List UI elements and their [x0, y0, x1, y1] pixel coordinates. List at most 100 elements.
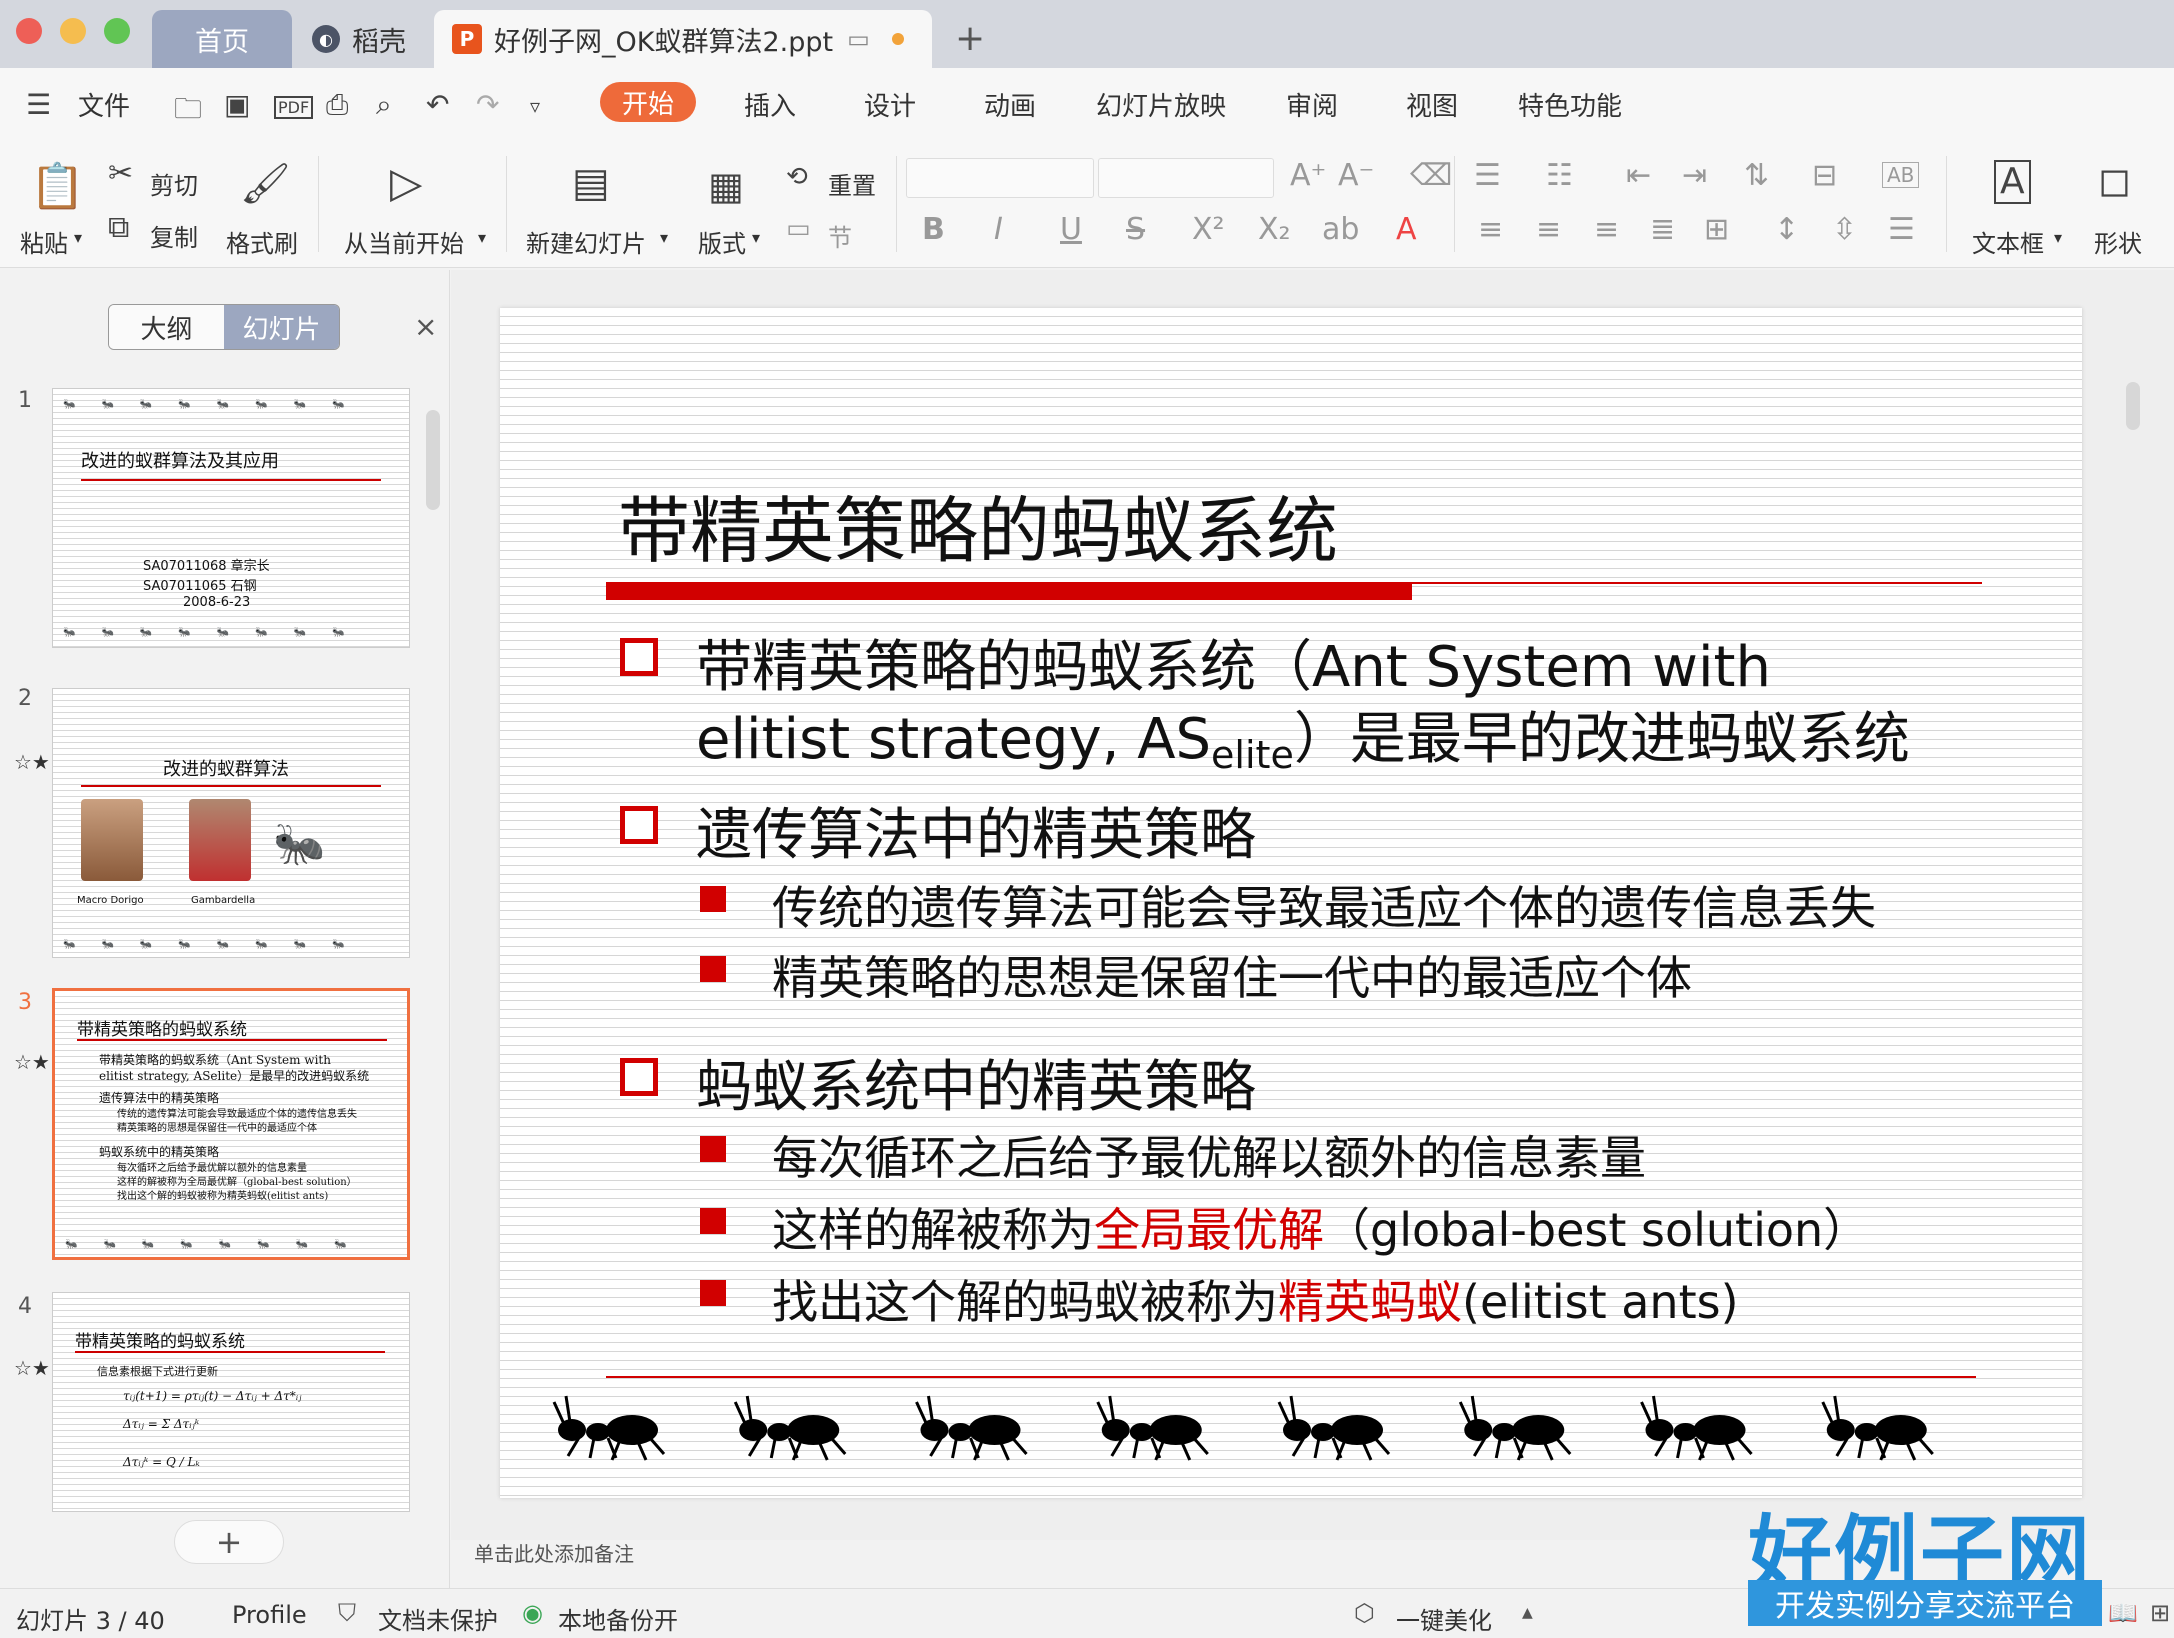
- panel-close-icon[interactable]: ×: [414, 310, 437, 343]
- tab-slides[interactable]: 幻灯片: [224, 305, 339, 349]
- tab-daoke[interactable]: ◐ 稻壳: [302, 10, 422, 68]
- slide-sub-bullet-3-2[interactable]: 这样的解被称为全局最优解（global-best solution）: [772, 1194, 1869, 1260]
- new-tab-button[interactable]: +: [955, 18, 985, 59]
- copy-icon[interactable]: ⧉: [108, 210, 129, 245]
- menu-view[interactable]: 视图: [1406, 86, 1458, 123]
- quick-access-dropdown-icon[interactable]: ▿: [530, 94, 540, 118]
- monitor-icon[interactable]: ▭: [847, 25, 870, 53]
- slide-sub-bullet-3-1[interactable]: 每次循环之后给予最优解以额外的信息素量: [772, 1122, 1646, 1188]
- menu-file[interactable]: 文件: [78, 86, 130, 123]
- slide-bullet-3[interactable]: 蚂蚁系统中的精英策略: [696, 1042, 1256, 1123]
- reset-button[interactable]: 重置: [828, 166, 876, 201]
- print-icon[interactable]: ⎙: [326, 88, 348, 122]
- menu-start[interactable]: 开始: [600, 82, 696, 122]
- save-icon[interactable]: ▣: [224, 88, 250, 121]
- slide-sub-bullet-2-1[interactable]: 传统的遗传算法可能会导致最适应个体的遗传信息丢失: [772, 872, 1876, 938]
- highlight-icon[interactable]: ab: [1322, 212, 1359, 247]
- shape-button[interactable]: 形状: [2094, 224, 2142, 259]
- text-direction-icon[interactable]: ⇅: [1744, 158, 1769, 193]
- paste-button[interactable]: 粘贴: [20, 224, 68, 259]
- bullet-list-icon[interactable]: ☰: [1474, 158, 1501, 193]
- slide-sub-bullet-2-2[interactable]: 精英策略的思想是保留住一代中的最适应个体: [772, 942, 1692, 1008]
- new-slide-dropdown-icon[interactable]: ▾: [660, 228, 668, 247]
- textbox-dropdown-icon[interactable]: ▾: [2054, 228, 2062, 247]
- tab-outline[interactable]: 大纲: [109, 305, 224, 349]
- numbered-list-icon[interactable]: ☷: [1546, 158, 1573, 193]
- from-current-dropdown-icon[interactable]: ▾: [478, 228, 486, 247]
- font-color-icon[interactable]: A: [1396, 212, 1417, 247]
- menu-slideshow[interactable]: 幻灯片放映: [1096, 86, 1226, 123]
- column-icon[interactable]: ⊟: [1812, 158, 1837, 193]
- layout-icon[interactable]: ▦: [708, 164, 744, 208]
- decrease-indent-icon[interactable]: ⇤: [1626, 158, 1651, 193]
- new-slide-button[interactable]: 新建幻灯片: [526, 224, 646, 259]
- textbox-button[interactable]: 文本框: [1972, 224, 2044, 259]
- tab-home[interactable]: 首页: [152, 10, 292, 68]
- line-spacing-icon[interactable]: ↕: [1774, 212, 1799, 247]
- cut-button[interactable]: 剪切: [150, 166, 198, 201]
- print-preview-icon[interactable]: ⌕: [376, 88, 392, 122]
- one-click-beautify-button[interactable]: 一键美化: [1396, 1601, 1492, 1636]
- undo-icon[interactable]: ↶: [426, 88, 449, 121]
- play-icon[interactable]: ▷: [390, 158, 422, 207]
- menu-insert[interactable]: 插入: [744, 86, 796, 123]
- slide-title[interactable]: 带精英策略的蚂蚁系统: [618, 472, 1338, 577]
- tab-document[interactable]: P 好例子网_OK蚁群算法2.ppt ▭: [434, 10, 932, 68]
- notes-placeholder[interactable]: 单击此处添加备注: [474, 1538, 634, 1567]
- format-painter-button[interactable]: 格式刷: [226, 224, 298, 259]
- align-center-icon[interactable]: ≡: [1536, 212, 1561, 247]
- menu-animation[interactable]: 动画: [984, 86, 1036, 123]
- profile-button[interactable]: Profile: [232, 1601, 307, 1629]
- superscript-icon[interactable]: X²: [1192, 212, 1225, 247]
- hamburger-menu-icon[interactable]: ☰: [26, 88, 51, 121]
- grid-view-icon[interactable]: ⊞: [2150, 1599, 2170, 1627]
- new-slide-icon[interactable]: ▤: [572, 160, 610, 206]
- from-current-button[interactable]: 从当前开始: [344, 224, 464, 259]
- scissors-icon[interactable]: ✂: [108, 156, 133, 191]
- local-backup-status[interactable]: 本地备份开: [558, 1601, 678, 1636]
- format-painter-icon[interactable]: 🖌: [240, 160, 291, 207]
- increase-font-icon[interactable]: A⁺: [1290, 158, 1326, 193]
- section-icon[interactable]: ▭: [786, 214, 811, 244]
- shape-icon[interactable]: ◻: [2098, 158, 2131, 204]
- canvas-scrollbar[interactable]: [2126, 382, 2140, 430]
- document-protection-status[interactable]: 文档未保护: [378, 1601, 498, 1636]
- menu-design[interactable]: 设计: [864, 86, 916, 123]
- add-slide-button[interactable]: +: [174, 1520, 284, 1564]
- slide-thumbnail-2[interactable]: 改进的蚁群算法 🐜 Macro Dorigo Gambardella 🐜🐜🐜🐜🐜…: [52, 688, 410, 958]
- reading-view-icon[interactable]: 📖: [2108, 1599, 2138, 1627]
- spacing-dropdown-icon[interactable]: ☰: [1888, 212, 1915, 247]
- slide-bullet-2[interactable]: 遗传算法中的精英策略: [696, 790, 1256, 871]
- paragraph-spacing-icon[interactable]: ⇳: [1832, 212, 1857, 247]
- slide-thumbnail-3[interactable]: 带精英策略的蚂蚁系统 带精英策略的蚂蚁系统（Ant System with el…: [52, 988, 410, 1260]
- slide-thumbnail-4[interactable]: 带精英策略的蚂蚁系统 信息素根据下式进行更新 τᵢⱼ(t+1) = ρτᵢⱼ(t…: [52, 1292, 410, 1512]
- minimize-window-button[interactable]: [60, 18, 86, 44]
- paste-icon[interactable]: 📋: [30, 160, 85, 212]
- slide-bullet-1-line-2[interactable]: elitist strategy, ASelite）是最早的改进蚂蚁系统: [696, 694, 1910, 777]
- distribute-icon[interactable]: ⊞: [1704, 212, 1729, 247]
- close-window-button[interactable]: [16, 18, 42, 44]
- layout-dropdown-icon[interactable]: ▾: [752, 228, 760, 247]
- slide-bullet-1-line-1[interactable]: 带精英策略的蚂蚁系统（Ant System with: [696, 622, 1771, 703]
- increase-indent-icon[interactable]: ⇥: [1682, 158, 1707, 193]
- thumbnail-scrollbar[interactable]: [426, 410, 440, 510]
- slide-sub-bullet-3-3[interactable]: 找出这个解的蚂蚁被称为精英蚂蚁(elitist ants): [772, 1266, 1739, 1332]
- menu-special[interactable]: 特色功能: [1518, 86, 1622, 123]
- decrease-font-icon[interactable]: A⁻: [1338, 158, 1374, 193]
- bold-icon[interactable]: B: [922, 212, 945, 247]
- underline-icon[interactable]: U: [1060, 212, 1082, 247]
- textbox-icon[interactable]: A: [1994, 160, 2031, 204]
- menu-review[interactable]: 审阅: [1286, 86, 1338, 123]
- align-left-icon[interactable]: ≡: [1478, 212, 1503, 247]
- strikethrough-icon[interactable]: S: [1126, 212, 1145, 247]
- italic-icon[interactable]: I: [994, 212, 1003, 247]
- font-size-select[interactable]: [1098, 158, 1274, 198]
- align-right-icon[interactable]: ≡: [1594, 212, 1619, 247]
- text-fit-icon[interactable]: AB: [1882, 162, 1920, 188]
- open-folder-icon[interactable]: 🗀: [174, 88, 202, 136]
- zoom-window-button[interactable]: [104, 18, 130, 44]
- clear-format-icon[interactable]: ⌫: [1410, 158, 1452, 193]
- reset-icon[interactable]: ⟲: [786, 162, 808, 192]
- export-pdf-icon[interactable]: PDF: [274, 96, 314, 119]
- font-family-select[interactable]: [906, 158, 1094, 198]
